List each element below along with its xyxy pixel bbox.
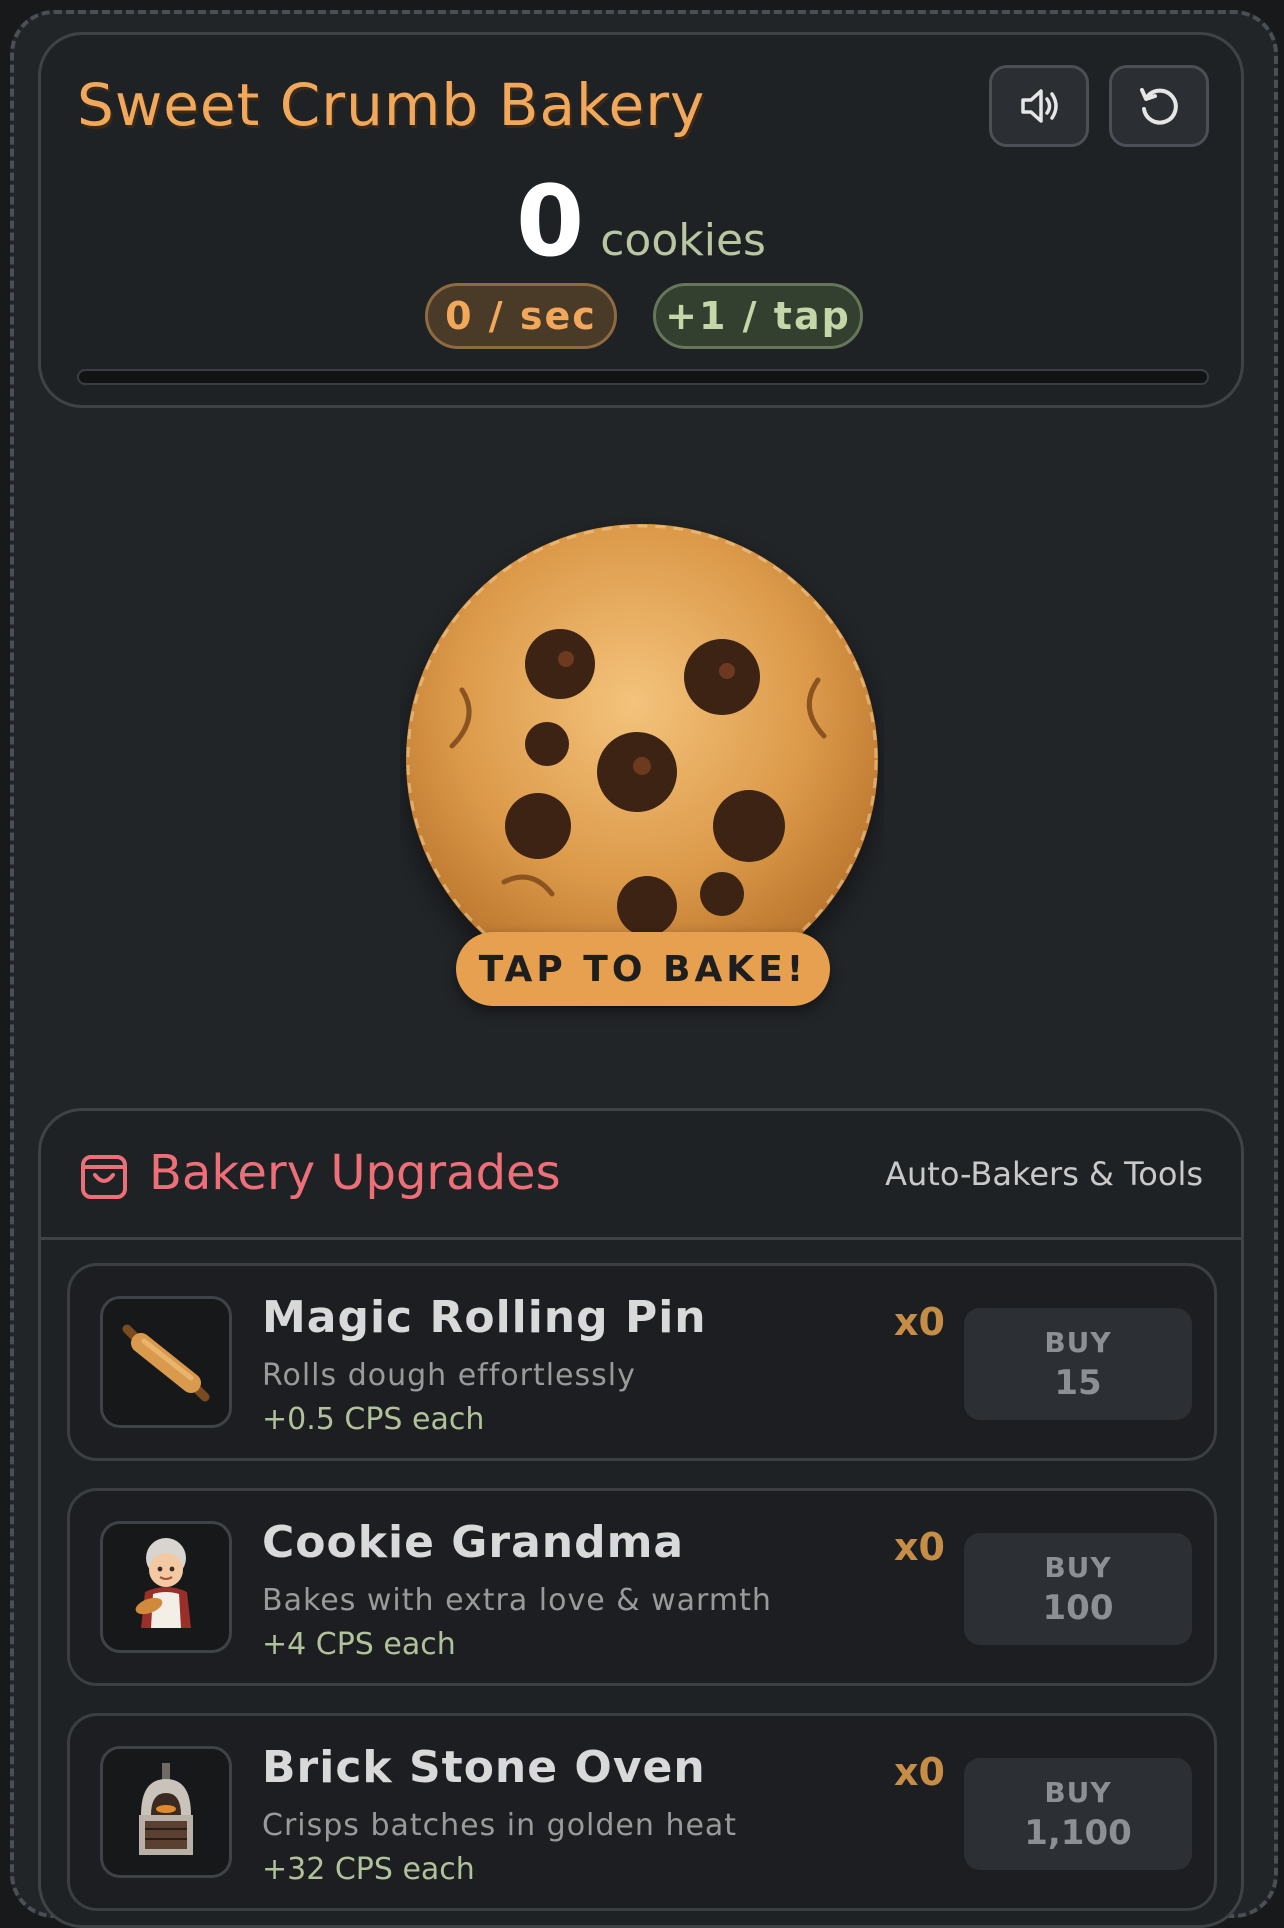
grandma-icon [135, 1538, 191, 1628]
upgrade-cps: +4 CPS each [262, 1627, 456, 1662]
oven-icon [139, 1763, 193, 1855]
upgrade-owned-count: x0 [894, 1750, 945, 1794]
shopping-bag-icon [81, 1155, 127, 1199]
upgrades-header: Bakery Upgrades Auto-Bakers & Tools [41, 1111, 1241, 1240]
reset-icon [1140, 88, 1178, 125]
upgrade-desc: Rolls dough effortlessly [262, 1358, 636, 1393]
sound-button[interactable] [989, 65, 1089, 147]
upgrades-subtitle: Auto-Bakers & Tools [885, 1155, 1203, 1193]
upgrade-desc: Crisps batches in golden heat [262, 1808, 738, 1843]
upgrade-cps: +0.5 CPS each [262, 1402, 485, 1437]
buy-price: 100 [1042, 1587, 1114, 1628]
cookie-count: 0 [516, 165, 585, 279]
upgrade-item-rolling-pin: Magic Rolling Pin Rolls dough effortless… [67, 1263, 1217, 1461]
upgrade-thumb [100, 1521, 232, 1653]
upgrade-owned-count: x0 [894, 1300, 945, 1344]
buy-oven-button[interactable]: BUY 1,100 [964, 1758, 1192, 1870]
upgrade-owned-count: x0 [894, 1525, 945, 1569]
upgrades-title: Bakery Upgrades [149, 1145, 561, 1201]
buy-rolling-pin-button[interactable]: BUY 15 [964, 1308, 1192, 1420]
tap-to-bake-label[interactable]: TAP TO BAKE! [456, 932, 830, 1006]
upgrade-name: Brick Stone Oven [262, 1742, 706, 1793]
per-tap-badge: +1 / tap [653, 283, 863, 349]
upgrade-item-oven: Brick Stone Oven Crisps batches in golde… [67, 1713, 1217, 1911]
game-title: Sweet Crumb Bakery [77, 71, 706, 139]
buy-price: 15 [1054, 1362, 1102, 1403]
upgrade-thumb [100, 1746, 232, 1878]
upgrade-name: Magic Rolling Pin [262, 1292, 707, 1343]
per-second-badge: 0 / sec [425, 283, 617, 349]
buy-label: BUY [1044, 1550, 1112, 1584]
buy-grandma-button[interactable]: BUY 100 [964, 1533, 1192, 1645]
cookie-counter: 0 cookies [41, 165, 1241, 279]
buy-label: BUY [1044, 1325, 1112, 1359]
upgrade-name: Cookie Grandma [262, 1517, 685, 1568]
upgrades-panel: Bakery Upgrades Auto-Bakers & Tools Magi… [38, 1108, 1244, 1928]
cookie-count-unit: cookies [600, 215, 766, 266]
progress-bar [77, 369, 1209, 385]
speaker-icon [1021, 89, 1058, 123]
upgrade-cps: +32 CPS each [262, 1852, 475, 1887]
header-panel: Sweet Crumb Bakery 0 cookies 0 / sec +1 /… [38, 32, 1244, 408]
upgrade-desc: Bakes with extra love & warmth [262, 1583, 772, 1618]
upgrade-thumb [100, 1296, 232, 1428]
rolling-pin-icon [122, 1324, 210, 1402]
buy-price: 1,100 [1024, 1812, 1132, 1853]
reset-button[interactable] [1109, 65, 1209, 147]
buy-label: BUY [1044, 1775, 1112, 1809]
upgrade-item-grandma: Cookie Grandma Bakes with extra love & w… [67, 1488, 1217, 1686]
